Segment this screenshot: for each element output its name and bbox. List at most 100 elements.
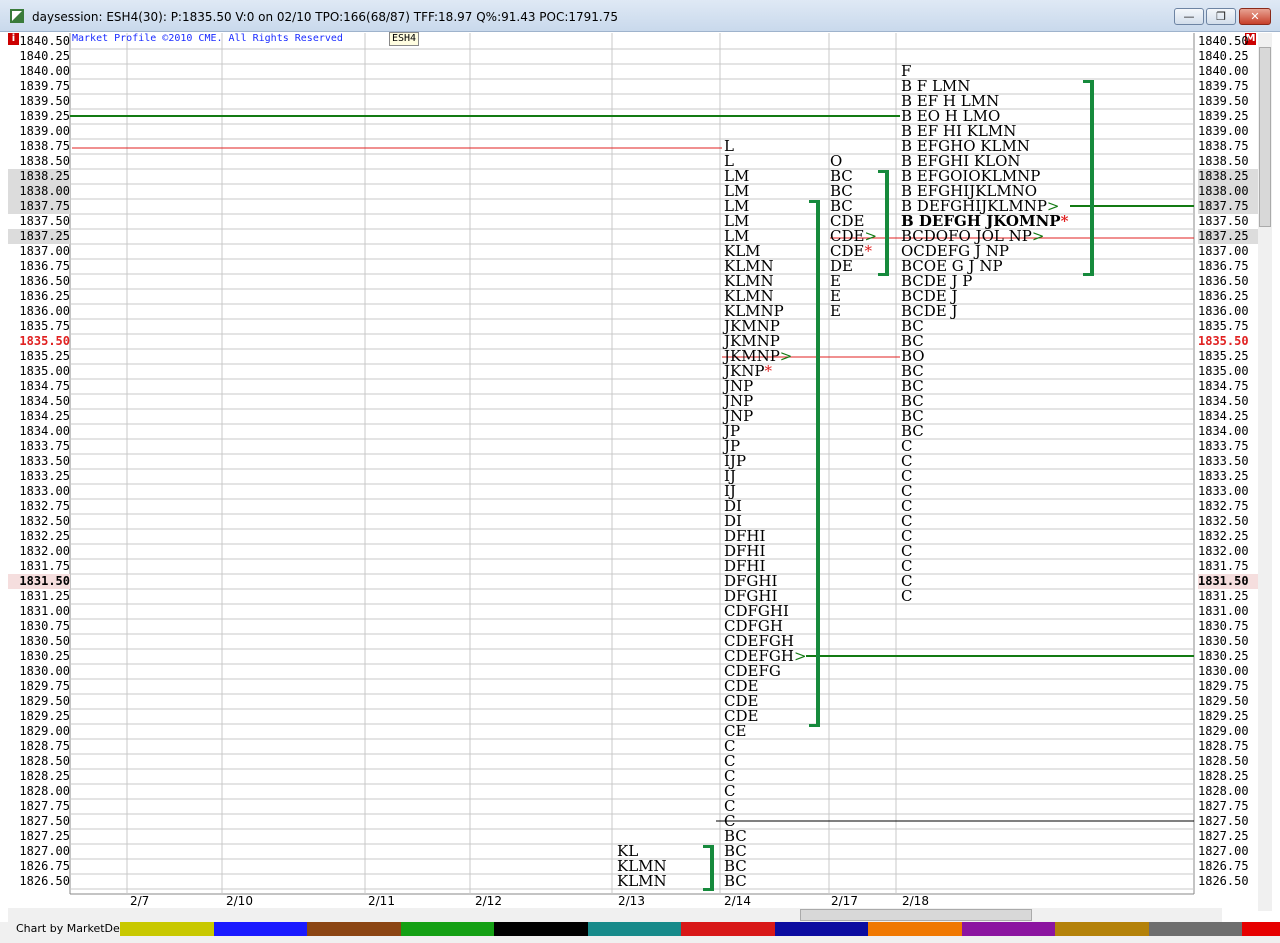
- price-tick-l: 1837.50: [19, 214, 70, 228]
- price-tick-l: 1838.25: [8, 169, 70, 184]
- color-swatch[interactable]: [868, 922, 962, 936]
- price-tick-r: 1839.25: [1198, 109, 1249, 123]
- price-tick-l: 1836.50: [19, 274, 70, 288]
- price-tick-r: 1832.00: [1198, 544, 1249, 558]
- price-tick-l: 1833.50: [19, 454, 70, 468]
- color-swatch[interactable]: [307, 922, 401, 936]
- price-tick-r: 1830.00: [1198, 664, 1249, 678]
- price-tick-r: 1839.50: [1198, 94, 1249, 108]
- price-tick-l: 1830.75: [19, 619, 70, 633]
- price-tick-l: 1830.50: [19, 634, 70, 648]
- price-tick-r: 1832.25: [1198, 529, 1249, 543]
- price-tick-r: 1838.00: [1198, 184, 1260, 199]
- price-tick-r: 1835.25: [1198, 349, 1249, 363]
- color-swatch[interactable]: [587, 922, 682, 936]
- price-tick-r: 1837.50: [1198, 214, 1249, 228]
- value-area-bar-2-14-cap: [809, 724, 816, 727]
- price-tick-l: 1839.25: [19, 109, 70, 123]
- date-label: 2/11: [368, 894, 395, 908]
- price-tick-r: 1831.75: [1198, 559, 1249, 573]
- price-tick-l: 1840.00: [19, 64, 70, 78]
- price-tick-r: 1840.50: [1198, 34, 1249, 48]
- price-tick-r: 1834.50: [1198, 394, 1249, 408]
- price-tick-l: 1831.25: [19, 589, 70, 603]
- price-tick-l: 1833.00: [19, 484, 70, 498]
- value-area-bar-2-17-cap: [878, 170, 885, 173]
- value-area-bar-2-17: [885, 170, 889, 276]
- price-tick-l: 1833.75: [19, 439, 70, 453]
- color-swatch[interactable]: [213, 922, 308, 936]
- price-tick-l: 1833.25: [19, 469, 70, 483]
- color-swatch[interactable]: [494, 922, 588, 936]
- price-tick-l: 1829.75: [19, 679, 70, 693]
- price-tick-r: 1833.00: [1198, 484, 1249, 498]
- price-tick-r: 1828.00: [1198, 784, 1249, 798]
- price-tick-r: 1839.00: [1198, 124, 1249, 138]
- price-tick-l: 1831.75: [19, 559, 70, 573]
- price-tick-r: 1837.75: [1198, 199, 1260, 214]
- price-tick-l: 1838.75: [19, 139, 70, 153]
- price-tick-r: 1830.75: [1198, 619, 1249, 633]
- price-tick-r: 1838.75: [1198, 139, 1249, 153]
- price-tick-l: 1836.75: [19, 259, 70, 273]
- value-area-bar-2-13: [710, 845, 714, 891]
- plot-area: [70, 33, 1194, 909]
- value-area-bar-2-18: [1090, 80, 1094, 276]
- price-tick-l: 1840.50: [19, 34, 70, 48]
- color-swatch[interactable]: [681, 922, 775, 936]
- color-swatch[interactable]: [120, 922, 214, 936]
- copyright-label: Market Profile ©2010 CME. All Rights Res…: [72, 33, 343, 44]
- date-label: 2/10: [226, 894, 253, 908]
- symbol-label: ESH4: [389, 32, 420, 46]
- price-tick-l: 1831.50: [8, 574, 70, 589]
- price-tick-r: 1826.50: [1198, 874, 1249, 888]
- color-swatch[interactable]: [1148, 922, 1243, 936]
- price-tick-l: 1829.00: [19, 724, 70, 738]
- price-tick-r: 1834.00: [1198, 424, 1249, 438]
- price-tick-l: 1838.50: [19, 154, 70, 168]
- price-tick-r: 1839.75: [1198, 79, 1249, 93]
- price-tick-r: 1838.25: [1198, 169, 1260, 184]
- color-swatch[interactable]: [1242, 922, 1280, 936]
- color-swatch[interactable]: [400, 922, 495, 936]
- price-tick-r: 1835.00: [1198, 364, 1249, 378]
- price-tick-l: 1839.00: [19, 124, 70, 138]
- price-tick-r: 1835.75: [1198, 319, 1249, 333]
- vertical-scroll-thumb[interactable]: [1259, 47, 1271, 227]
- price-tick-r: 1829.75: [1198, 679, 1249, 693]
- color-swatch[interactable]: [961, 922, 1056, 936]
- value-area-bar-2-18-cap: [1083, 273, 1090, 276]
- tpo-row: E: [830, 302, 841, 320]
- price-tick-l: 1829.50: [19, 694, 70, 708]
- price-tick-r: 1829.00: [1198, 724, 1249, 738]
- price-tick-l: 1826.75: [19, 859, 70, 873]
- color-swatch[interactable]: [774, 922, 869, 936]
- horizontal-scrollbar[interactable]: [8, 908, 1222, 922]
- color-swatch[interactable]: [1055, 922, 1149, 936]
- price-tick-r: 1834.25: [1198, 409, 1249, 423]
- date-label: 2/17: [831, 894, 858, 908]
- price-tick-l: 1826.50: [19, 874, 70, 888]
- price-tick-r: 1828.50: [1198, 754, 1249, 768]
- price-tick-l: 1828.75: [19, 739, 70, 753]
- price-tick-r: 1831.00: [1198, 604, 1249, 618]
- price-tick-l: 1828.25: [19, 769, 70, 783]
- tpo-row: BC: [724, 872, 747, 890]
- value-area-bar-2-18-cap: [1083, 80, 1090, 83]
- price-tick-r: 1833.75: [1198, 439, 1249, 453]
- price-tick-l: 1835.00: [19, 364, 70, 378]
- price-tick-l: 1837.00: [19, 244, 70, 258]
- horizontal-scroll-thumb[interactable]: [800, 909, 1032, 921]
- price-tick-r: 1832.75: [1198, 499, 1249, 513]
- price-tick-l: 1834.50: [19, 394, 70, 408]
- price-tick-r: 1833.50: [1198, 454, 1249, 468]
- price-tick-l: 1839.75: [19, 79, 70, 93]
- price-tick-l: 1828.50: [19, 754, 70, 768]
- price-tick-l: 1838.00: [8, 184, 70, 199]
- price-tick-l: 1831.00: [19, 604, 70, 618]
- price-tick-r: 1827.50: [1198, 814, 1249, 828]
- price-tick-r: 1829.25: [1198, 709, 1249, 723]
- price-tick-r: 1830.25: [1198, 649, 1249, 663]
- price-tick-r: 1840.00: [1198, 64, 1249, 78]
- vertical-scrollbar[interactable]: [1258, 33, 1272, 911]
